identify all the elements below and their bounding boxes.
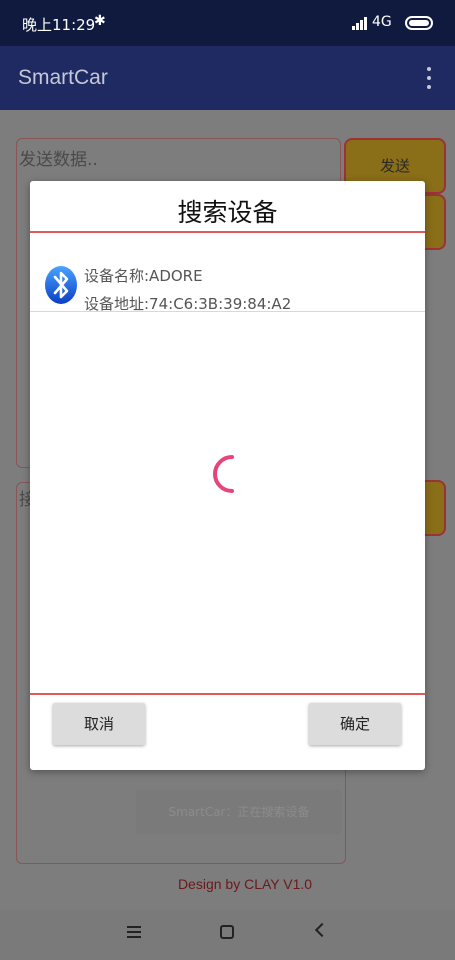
ok-button[interactable]: 确定 <box>309 703 401 745</box>
app-title: SmartCar <box>18 66 108 89</box>
footer-text: Design by CLAY V1.0 <box>177 876 313 892</box>
overflow-menu-icon[interactable] <box>420 67 438 89</box>
device-address: 设备地址:74:C6:3B:39:84:A2 <box>84 295 292 313</box>
device-list-item[interactable]: 设备名称:ADORE 设备地址:74:C6:3B:39:84:A2 <box>30 235 425 313</box>
signal-icon <box>352 16 368 30</box>
home-icon[interactable] <box>220 925 234 939</box>
navigation-bar <box>0 910 455 960</box>
dialog-title: 搜索设备 <box>177 198 278 227</box>
battery-icon <box>405 16 433 30</box>
network-type: 4G <box>372 14 392 30</box>
button-divider <box>30 693 425 695</box>
bluetooth-icon <box>45 266 77 304</box>
device-name: 设备名称:ADORE <box>84 267 203 285</box>
bluetooth-status-icon: ✱ <box>94 13 106 29</box>
menu-icon[interactable] <box>127 926 141 938</box>
title-divider <box>30 231 425 233</box>
cancel-button[interactable]: 取消 <box>53 703 145 745</box>
loading-spinner-icon <box>213 455 234 493</box>
search-device-dialog: 搜索设备 设备名称:ADORE 设备地址:74:C6:3B:39:84:A2 取… <box>30 181 425 770</box>
status-time: 晚上11:29 <box>22 16 96 34</box>
back-icon[interactable] <box>314 922 330 938</box>
app-bar: SmartCar <box>0 46 455 110</box>
status-bar: 晚上11:29 ✱ 4G <box>0 0 455 46</box>
toast-message: SmartCar：正在搜索设备 <box>136 790 342 834</box>
send-placeholder: 发送数据.. <box>19 150 98 170</box>
